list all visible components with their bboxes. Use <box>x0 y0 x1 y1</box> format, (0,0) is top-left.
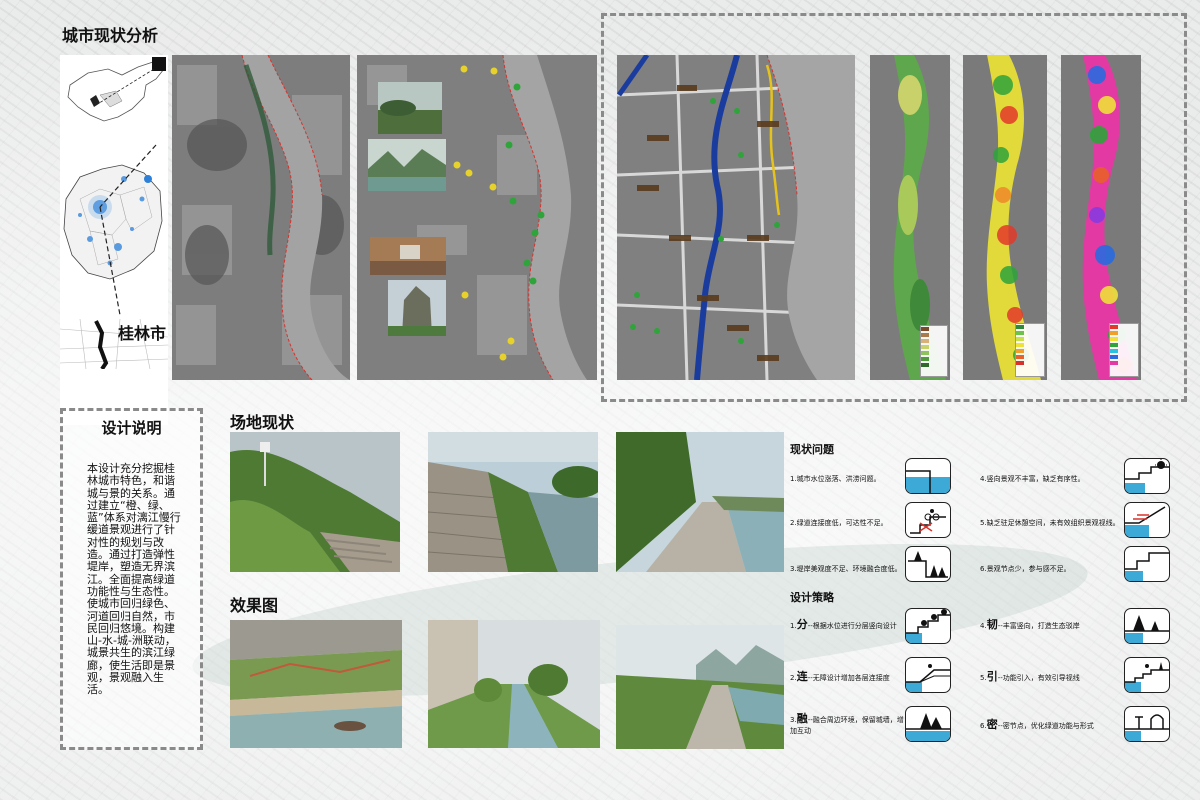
rendering-river-corridor <box>428 620 600 748</box>
site-status-heading: 场地现状 <box>230 413 295 432</box>
strategy-item-2: 2.连--无障设计增加各层连接度 <box>790 668 890 684</box>
strategy-5-num: 5. <box>980 674 987 682</box>
strategy-6-key: 密 <box>986 718 998 731</box>
china-map <box>60 55 168 135</box>
poi-photo-4 <box>388 280 446 336</box>
blend-trees-icon <box>905 706 951 742</box>
strategy-2-text: --无障设计增加各层连接度 <box>807 674 890 682</box>
ramp-connect-icon <box>905 657 951 693</box>
issue-item-1: 1.城市水位涨落、洪涝问题。 <box>790 475 881 483</box>
sun-terrace-icon <box>1124 458 1170 494</box>
city-label: 桂林市 <box>118 324 167 343</box>
issue-item-3: 3.堤岸美观度不足、环境融合度低。 <box>790 565 902 573</box>
legend-slope <box>1015 323 1045 377</box>
strategy-1-key: 分 <box>796 618 808 631</box>
site-photo-walkway <box>616 432 784 572</box>
issues-heading: 现状问题 <box>790 443 834 456</box>
rendering-terraced-bank <box>230 620 402 748</box>
renderings-heading: 效果图 <box>230 596 279 615</box>
slope-sight-icon <box>1124 502 1170 538</box>
strategy-6-text: --密节点，优化绿道功能与形式 <box>997 722 1094 730</box>
strategy-4-text: --丰富竖向，打造生态驳岸 <box>997 622 1080 630</box>
resilient-bank-icon <box>1124 608 1170 644</box>
strategy-item-3: 3.融--融合周边环境，保留城墙，增加互动 <box>790 713 910 737</box>
tree-embankment-icon <box>905 546 951 582</box>
strategy-2-num: 2. <box>790 674 797 682</box>
dense-node-icon <box>1124 706 1170 742</box>
legend-green <box>920 325 948 377</box>
design-notes-panel: 设计说明 本设计充分挖掘桂林城市特色，和谐城与景的关系。通过建立“橙、绿、蓝”体… <box>60 408 203 750</box>
strategy-item-1: 1.分--根据水位进行分层竖向设计 <box>790 616 897 632</box>
strategy-1-text: --根据水位进行分层竖向设计 <box>807 622 897 630</box>
strategy-3-key: 融 <box>796 712 808 725</box>
legend-aspect <box>1109 323 1139 377</box>
strategy-3-num: 3. <box>790 716 797 724</box>
cyclist-stair-icon <box>905 502 951 538</box>
slope-analysis-map <box>963 55 1047 380</box>
strategy-4-num: 4. <box>980 622 987 630</box>
issue-item-6: 6.景观节点少，参与感不足。 <box>980 565 1071 573</box>
page-title: 城市现状分析 <box>62 26 159 45</box>
design-notes-heading: 设计说明 <box>101 419 162 437</box>
aerial-site-boundary-map <box>172 55 350 380</box>
strategy-3-text: --融合周边环境，保留城墙，增加互动 <box>790 716 904 735</box>
issue-item-2: 2.绿道连接度低，可达性不足。 <box>790 519 888 527</box>
strategy-item-5: 5.引--功能引入，有效引导视线 <box>980 668 1080 684</box>
site-photo-slope <box>230 432 400 572</box>
site-photo-embankment <box>428 432 598 572</box>
aspect-analysis-map <box>1061 55 1141 380</box>
issue-item-4: 4.竖向景观不丰富，缺乏有序性。 <box>980 475 1085 483</box>
strategy-6-num: 6. <box>980 722 987 730</box>
strategy-1-num: 1. <box>790 622 797 630</box>
guide-steps-icon <box>1124 657 1170 693</box>
poi-photo-1 <box>378 82 442 134</box>
strategy-2-key: 连 <box>796 670 808 683</box>
poi-photo-3 <box>370 237 446 275</box>
water-level-icon <box>905 458 951 494</box>
strategies-heading: 设计策略 <box>790 591 834 604</box>
strategy-5-text: --功能引入，有效引导视线 <box>997 674 1080 682</box>
strategy-item-6: 6.密--密节点，优化绿道功能与形式 <box>980 716 1094 732</box>
issue-item-5: 5.缺乏驻足休憩空间，未有效组织景观视线。 <box>980 519 1120 527</box>
design-notes-body: 本设计充分挖掘桂林城市特色，和谐城与景的关系。通过建立“橙、绿、蓝”体系对漓江慢… <box>87 462 181 697</box>
rendering-walkway <box>616 625 784 749</box>
road-network-map <box>617 55 855 380</box>
strategy-item-4: 4.韧--丰富竖向，打造生态驳岸 <box>980 616 1080 632</box>
layered-slope-icon <box>905 608 951 644</box>
strategy-5-key: 引 <box>986 670 998 683</box>
green-analysis-map <box>870 55 950 380</box>
step-node-icon <box>1124 546 1170 582</box>
poi-photo-2 <box>368 139 446 191</box>
guangxi-map <box>60 139 168 316</box>
strategy-4-key: 韧 <box>986 618 998 631</box>
